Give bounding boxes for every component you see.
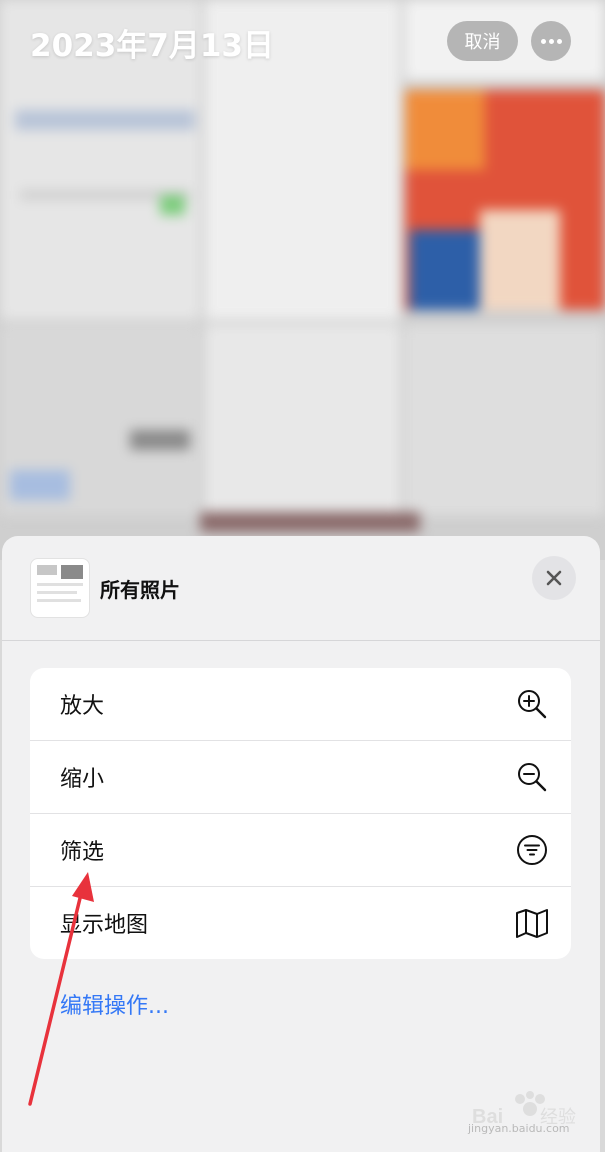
zoom-out-icon (515, 760, 549, 794)
menu-item-label: 放大 (60, 694, 105, 719)
date-title: 2023年7月13日 (30, 28, 274, 64)
map-icon (515, 906, 549, 940)
watermark-url: jingyan.baidu.com (468, 1122, 570, 1135)
options-menu: 放大 缩小 筛选 显示地图 (30, 668, 571, 959)
close-button[interactable] (532, 556, 576, 600)
zoom-in-icon (515, 687, 549, 721)
menu-item-zoom-out[interactable]: 缩小 (30, 741, 571, 814)
menu-item-show-map[interactable]: 显示地图 (30, 887, 571, 959)
filter-icon (515, 833, 549, 867)
edit-actions-link[interactable]: 编辑操作... (60, 988, 169, 1020)
menu-item-label: 筛选 (60, 840, 105, 865)
more-button[interactable] (531, 21, 571, 61)
top-bar: 2023年7月13日 取消 (0, 0, 605, 80)
cancel-button[interactable]: 取消 (447, 21, 518, 61)
action-sheet: 所有照片 放大 缩小 筛选 显示地图 编辑操作... (2, 536, 600, 1152)
photo-grid-background (0, 0, 605, 560)
sheet-header: 所有照片 (2, 536, 600, 641)
menu-item-label: 显示地图 (60, 913, 149, 938)
menu-item-zoom-in[interactable]: 放大 (30, 668, 571, 741)
ellipsis-icon (540, 38, 546, 44)
close-icon (546, 570, 562, 586)
menu-item-filter[interactable]: 筛选 (30, 814, 571, 887)
menu-item-label: 缩小 (60, 767, 105, 792)
sheet-title: 所有照片 (100, 578, 180, 602)
album-thumbnail (30, 558, 90, 618)
